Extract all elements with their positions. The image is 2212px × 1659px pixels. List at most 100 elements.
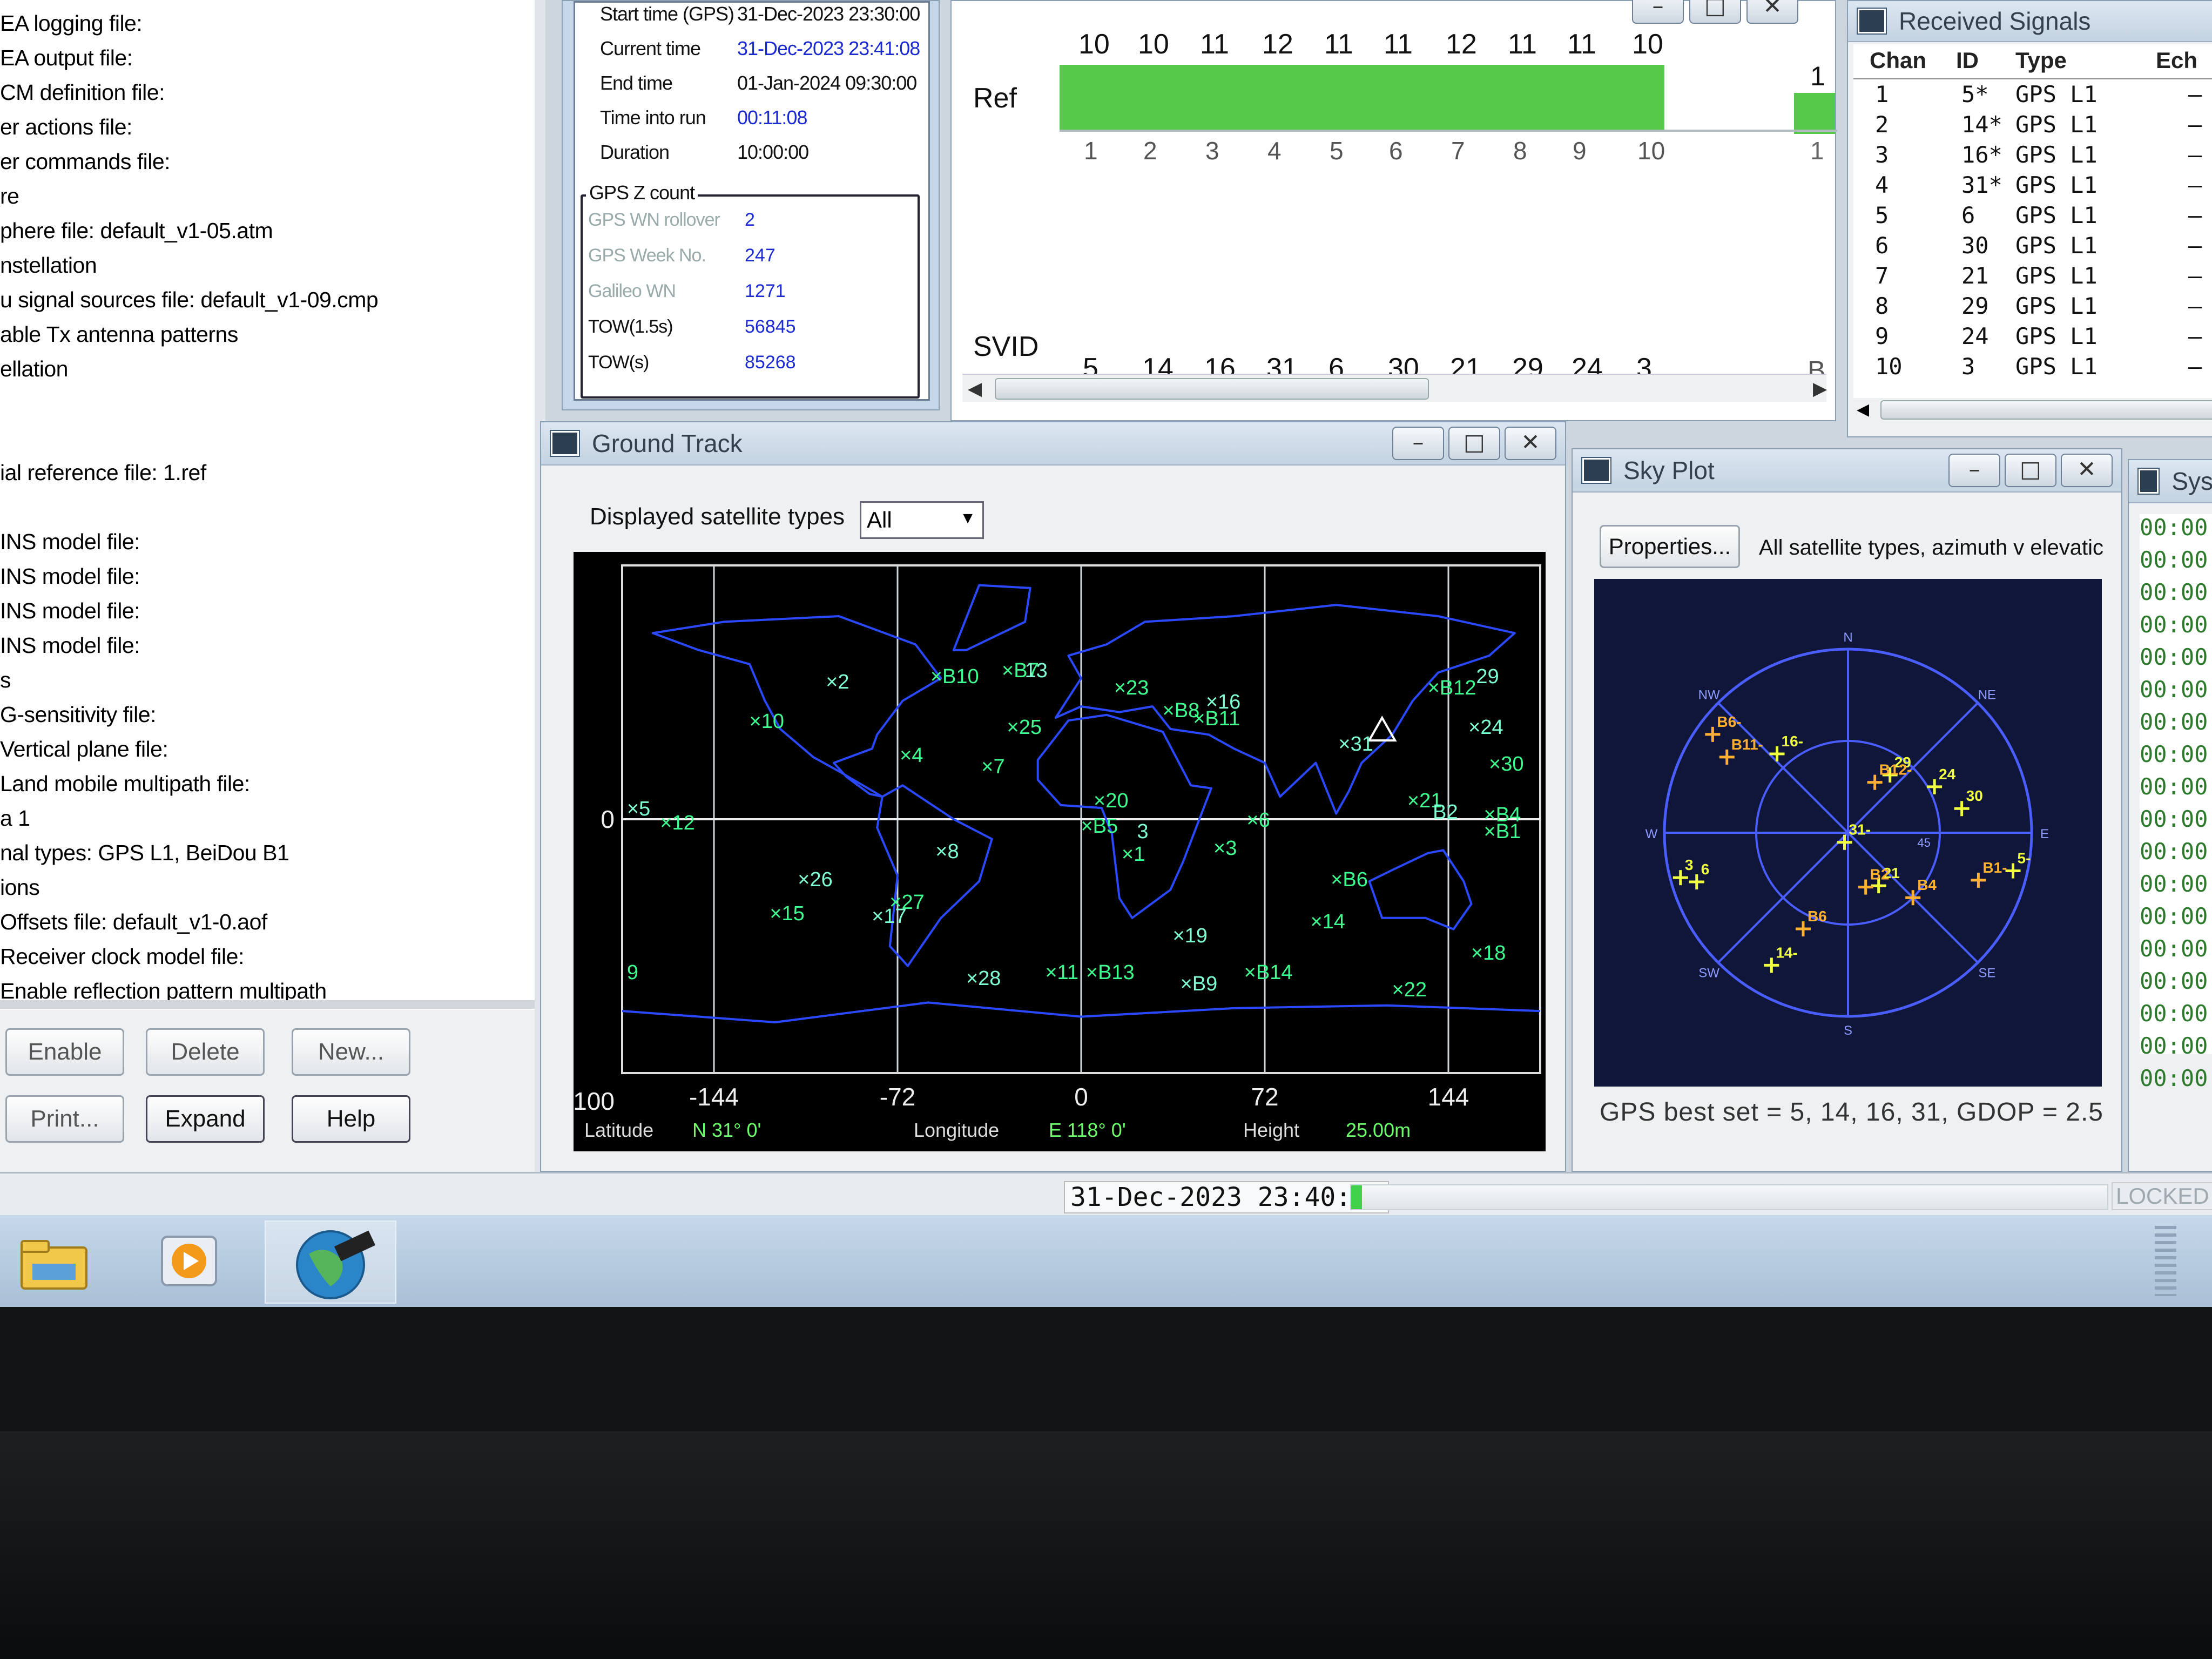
table-hscroll[interactable]: ◀: [1853, 398, 2212, 422]
ground-track-map[interactable]: -144-720721441000-100 ×2×B10×B713×23×B8×…: [574, 552, 1546, 1151]
scroll-left-arrow[interactable]: ◀: [968, 378, 982, 400]
table-row[interactable]: 4 31* GPS L1 –: [1853, 172, 2212, 202]
file-list-item[interactable]: INS model file:: [0, 633, 140, 658]
ground-track-titlebar: Ground Track – □ ✕: [541, 422, 1565, 466]
y-tick-label: -100: [574, 1087, 615, 1115]
column-header[interactable]: Type: [2015, 48, 2067, 73]
file-list-item[interactable]: Vertical plane file:: [0, 737, 168, 762]
sys-time-entry: 00:00: [2140, 1065, 2208, 1091]
column-header[interactable]: Chan: [1870, 48, 1926, 73]
signal-hscroll[interactable]: ◀ ▶: [962, 374, 1827, 402]
satellite-marker: 29: [1476, 665, 1499, 688]
latitude-value: N 31° 0': [692, 1119, 761, 1141]
sky-plot-titlebar: Sky Plot – □ ✕: [1573, 449, 2121, 493]
minimize-button[interactable]: –: [1948, 454, 2000, 487]
maximize-button[interactable]: □: [1689, 0, 1741, 24]
time-label: Time into run: [600, 106, 706, 129]
file-list-item[interactable]: re: [0, 184, 19, 209]
file-list-item[interactable]: Land mobile multipath file:: [0, 771, 250, 797]
satellite-marker: ×B12: [1427, 676, 1476, 699]
file-list-item[interactable]: INS model file:: [0, 598, 140, 624]
delete-button[interactable]: Delete: [146, 1028, 265, 1076]
table-row[interactable]: 6 30 GPS L1 –: [1853, 232, 2212, 262]
sky-satellite-label: B4: [1917, 876, 1937, 893]
satellite-types-select[interactable]: All ▼: [860, 501, 984, 539]
file-list-scrollbar[interactable]: [0, 1000, 535, 1009]
table-row[interactable]: 3 16* GPS L1 –: [1853, 141, 2212, 172]
scroll-right-arrow[interactable]: ▶: [1813, 378, 1827, 400]
compass-label: E: [2040, 827, 2049, 841]
satellite-types-label: Displayed satellite types: [590, 503, 845, 530]
table-cell-type: GPS L1: [2015, 353, 2098, 380]
satellite-marker: ×B5: [1081, 814, 1118, 838]
file-list-item[interactable]: EA logging file:: [0, 11, 143, 36]
sys-time-entry: 00:00: [2140, 871, 2208, 897]
close-button[interactable]: ✕: [1746, 0, 1798, 24]
table-row[interactable]: 1 5* GPS L1 –: [1853, 81, 2212, 111]
time-value: 31-Dec-2023 23:30:00: [737, 3, 920, 25]
new-button[interactable]: New...: [292, 1028, 410, 1076]
time-value: 01-Jan-2024 09:30:00: [737, 72, 917, 94]
file-list-item[interactable]: a 1: [0, 806, 30, 831]
file-list-item[interactable]: Receiver clock model file:: [0, 944, 244, 969]
file-list-item[interactable]: INS model file:: [0, 564, 140, 589]
svid-label: SVID: [973, 331, 1039, 362]
media-player-icon[interactable]: [157, 1231, 221, 1291]
time-panel-inner: Start time (GPS) 31-Dec-2023 23:30:00 Curr…: [574, 1, 930, 401]
maximize-button[interactable]: □: [2005, 454, 2056, 487]
table-cell-id: 21: [1961, 262, 1989, 289]
sys-time-entry: 00:00: [2140, 676, 2208, 703]
x-tick-label: -72: [880, 1083, 915, 1111]
table-row[interactable]: 8 29 GPS L1 –: [1853, 293, 2212, 323]
close-button[interactable]: ✕: [1505, 427, 1556, 460]
table-row[interactable]: 5 6 GPS L1 –: [1853, 202, 2212, 232]
column-header[interactable]: Ech: [2156, 48, 2197, 73]
table-row[interactable]: 9 24 GPS L1 –: [1853, 323, 2212, 353]
gps-z-count-title: GPS Z count: [586, 181, 698, 204]
file-list-item[interactable]: nstellation: [0, 253, 97, 278]
table-cell-id: 24: [1961, 323, 1989, 349]
satellite-marker: ×12: [660, 812, 695, 835]
scroll-left-arrow[interactable]: ◀: [1857, 400, 1869, 419]
table-cell-echo: –: [2188, 323, 2202, 349]
file-explorer-icon[interactable]: [16, 1231, 92, 1291]
file-list-item[interactable]: ions: [0, 875, 40, 900]
column-header[interactable]: ID: [1956, 48, 1979, 73]
file-list-item[interactable]: G-sensitivity file:: [0, 702, 156, 727]
satellite-marker: ×14: [1310, 911, 1345, 934]
help-button[interactable]: Help: [292, 1095, 410, 1143]
satellite-app-icon[interactable]: [265, 1220, 396, 1304]
file-list-item[interactable]: u signal sources file: default_v1-09.cmp: [0, 287, 379, 313]
file-list-item[interactable]: phere file: default_v1-05.atm: [0, 218, 273, 244]
table-row[interactable]: 10 3 GPS L1 –: [1853, 353, 2212, 383]
table-row[interactable]: 2 14* GPS L1 –: [1853, 111, 2212, 141]
file-list-item[interactable]: EA output file:: [0, 45, 133, 71]
close-button[interactable]: ✕: [2061, 454, 2113, 487]
file-list-item[interactable]: er actions file:: [0, 114, 132, 140]
enable-button[interactable]: Enable: [5, 1028, 124, 1076]
table-row[interactable]: 7 21 GPS L1 –: [1853, 262, 2212, 293]
file-list-item[interactable]: INS model file:: [0, 529, 140, 555]
sky-plot-area[interactable]: N NE E SE S SW W NW 45 B6- B11- 16- 29 B12- 24 30 31- 5- B…: [1594, 579, 2102, 1087]
time-label: Start time (GPS): [600, 3, 734, 25]
properties-button[interactable]: Properties...: [1600, 525, 1740, 568]
minimize-button[interactable]: –: [1632, 0, 1684, 24]
sys-time-entry: 00:00: [2140, 1000, 2208, 1027]
file-list-item[interactable]: nal types: GPS L1, BeiDou B1: [0, 840, 289, 866]
file-list-item[interactable]: ellation: [0, 356, 68, 382]
file-list-item[interactable]: s: [0, 667, 11, 693]
file-list-item[interactable]: er commands file:: [0, 149, 171, 174]
file-list-item[interactable]: able Tx antenna patterns: [0, 322, 238, 347]
minimize-button[interactable]: –: [1392, 427, 1444, 460]
expand-button[interactable]: Expand: [146, 1095, 265, 1143]
satellite-marker: ×22: [1392, 978, 1427, 1001]
monitor-bezel: [0, 1307, 2212, 1431]
file-list-item[interactable]: Offsets file: default_v1-0.aof: [0, 909, 267, 935]
file-list-item[interactable]: CM definition file:: [0, 80, 165, 105]
scroll-thumb[interactable]: [1880, 400, 2212, 420]
channel-number: 6: [1389, 137, 1403, 165]
scroll-thumb[interactable]: [995, 378, 1429, 400]
file-list-item[interactable]: ial reference file: 1.ref: [0, 460, 206, 485]
maximize-button[interactable]: □: [1448, 427, 1500, 460]
print-button[interactable]: Print...: [5, 1095, 124, 1143]
